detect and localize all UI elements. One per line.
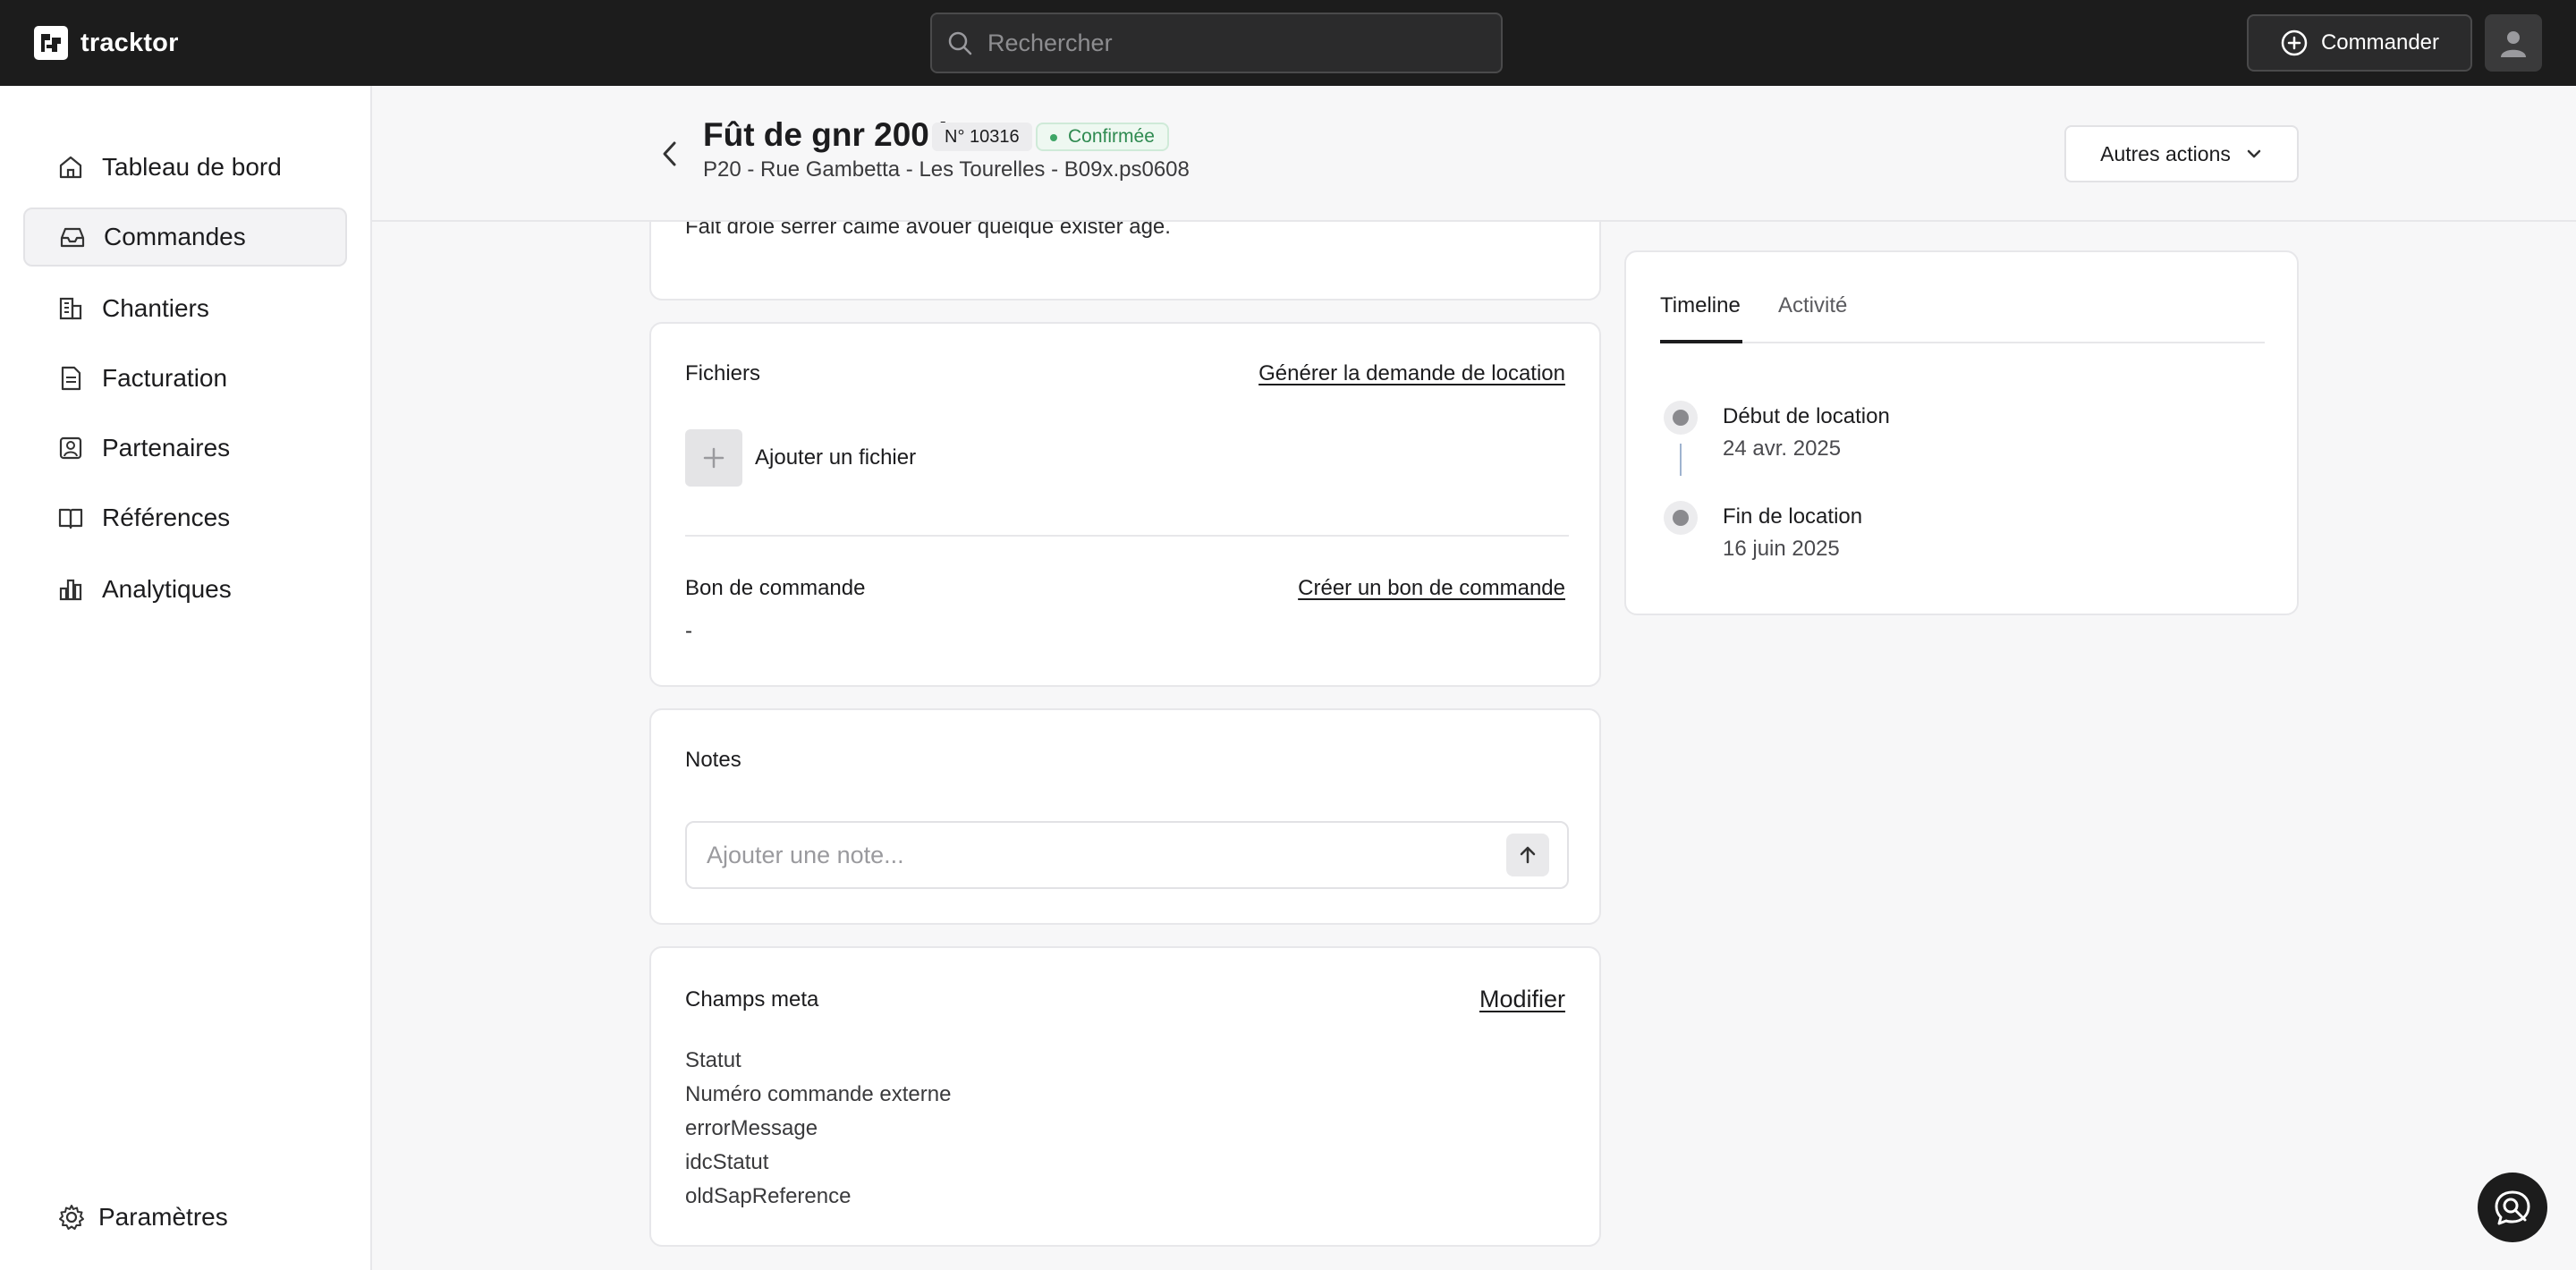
settings-label: Paramètres — [98, 1203, 228, 1231]
timeline-card: Timeline Activité Début de location 24 a… — [1624, 250, 2299, 615]
sidebar-item-sites[interactable]: Chantiers — [23, 279, 347, 338]
files-heading: Fichiers — [685, 361, 761, 385]
chevron-down-icon — [2247, 149, 2261, 158]
timeline-event-title: Début de location — [1723, 404, 1890, 428]
tracktor-logo-icon — [34, 26, 68, 60]
meta-field: oldSapReference — [685, 1184, 852, 1208]
sidebar-item-partners[interactable]: Partenaires — [23, 419, 347, 478]
logo[interactable]: tracktor — [34, 25, 179, 61]
chevron-left-icon — [663, 141, 676, 166]
meta-field: Statut — [685, 1048, 741, 1072]
divider — [685, 535, 1569, 537]
timeline-tabs: Timeline Activité — [1660, 293, 2265, 343]
sidebar-item-label: Chantiers — [102, 294, 209, 322]
page-title: Fût de gnr 200 l — [703, 116, 948, 153]
purchase-order-value: - — [685, 619, 692, 643]
app-name: tracktor — [80, 28, 179, 57]
status-dot — [1050, 134, 1057, 141]
sidebar: Tableau de bord Commandes Chantiers Fact… — [0, 86, 372, 1270]
user-icon — [2501, 31, 2526, 57]
status-badge: Confirmée — [1036, 123, 1169, 151]
purchase-order-heading: Bon de commande — [685, 576, 866, 600]
timeline-connector — [1680, 444, 1682, 476]
timeline-event-date: 16 juin 2025 — [1723, 537, 1840, 561]
add-file-button[interactable] — [685, 429, 742, 487]
sidebar-item-label: Commandes — [104, 223, 246, 250]
note-input-wrapper — [685, 821, 1569, 889]
chat-search-icon — [2495, 1190, 2530, 1225]
tab-timeline[interactable]: Timeline — [1660, 293, 1741, 318]
order-button-label: Commander — [2320, 30, 2440, 55]
home-icon — [59, 156, 82, 179]
meta-field: errorMessage — [685, 1116, 818, 1140]
sidebar-item-analytics[interactable]: Analytiques — [23, 560, 347, 619]
sidebar-item-dashboard[interactable]: Tableau de bord — [23, 138, 347, 197]
plus-circle-icon — [2281, 30, 2308, 56]
contact-icon — [59, 436, 82, 460]
timeline-dot — [1664, 401, 1698, 435]
add-file-label[interactable]: Ajouter un fichier — [755, 445, 916, 470]
create-purchase-order-link[interactable]: Créer un bon de commande — [1298, 576, 1565, 601]
plus-icon — [703, 447, 724, 469]
generate-rental-request-link[interactable]: Générer la demande de location — [1258, 361, 1565, 386]
gear-icon — [59, 1205, 84, 1230]
page-subtitle: P20 - Rue Gambetta - Les Tourelles - B09… — [703, 157, 1190, 182]
notes-heading: Notes — [685, 748, 741, 772]
sidebar-item-label: Partenaires — [102, 434, 231, 461]
timeline-event-date: 24 avr. 2025 — [1723, 436, 1842, 461]
active-tab-indicator — [1660, 340, 1742, 343]
other-actions-button[interactable]: Autres actions — [2064, 125, 2299, 182]
sidebar-item-billing[interactable]: Facturation — [23, 349, 347, 408]
search-icon — [948, 31, 972, 55]
bar-chart-icon — [59, 579, 82, 601]
inbox-icon — [60, 227, 85, 248]
help-chat-button[interactable] — [2478, 1173, 2547, 1242]
order-number-badge: N° 10316 — [932, 123, 1032, 151]
send-note-button[interactable] — [1506, 834, 1549, 876]
files-card: Fichiers Générer la demande de location … — [649, 322, 1601, 687]
other-actions-label: Autres actions — [2100, 141, 2231, 165]
meta-heading: Champs meta — [685, 987, 819, 1012]
building-icon — [59, 297, 82, 320]
user-menu-button[interactable] — [2485, 14, 2542, 72]
note-input[interactable] — [707, 841, 1476, 869]
meta-field: Numéro commande externe — [685, 1082, 952, 1106]
sidebar-item-orders[interactable]: Commandes — [23, 207, 347, 267]
sidebar-item-label: Facturation — [102, 364, 228, 392]
search-input[interactable] — [987, 29, 1470, 57]
back-button[interactable] — [658, 140, 682, 173]
arrow-up-icon — [1520, 846, 1536, 864]
book-icon — [58, 508, 83, 529]
top-bar: tracktor Commander — [0, 0, 2576, 86]
edit-meta-link[interactable]: Modifier — [1479, 986, 1565, 1013]
search-bar[interactable] — [930, 13, 1503, 73]
order-button[interactable]: Commander — [2247, 14, 2472, 72]
invoice-icon — [61, 366, 81, 391]
timeline-event-title: Fin de location — [1723, 504, 1863, 529]
notes-card: Notes — [649, 708, 1601, 925]
sidebar-item-references[interactable]: Références — [23, 488, 347, 547]
sidebar-item-settings[interactable]: Paramètres — [23, 1188, 347, 1247]
sidebar-item-label: Analytiques — [102, 575, 232, 603]
timeline-dot — [1664, 501, 1698, 535]
meta-fields-card: Champs meta Modifier Statut Numéro comma… — [649, 946, 1601, 1247]
sidebar-item-label: Références — [102, 504, 231, 531]
sidebar-item-label: Tableau de bord — [102, 153, 282, 181]
status-label: Confirmée — [1068, 126, 1155, 147]
tab-activity[interactable]: Activité — [1778, 293, 1847, 318]
meta-field: idcStatut — [685, 1150, 769, 1174]
